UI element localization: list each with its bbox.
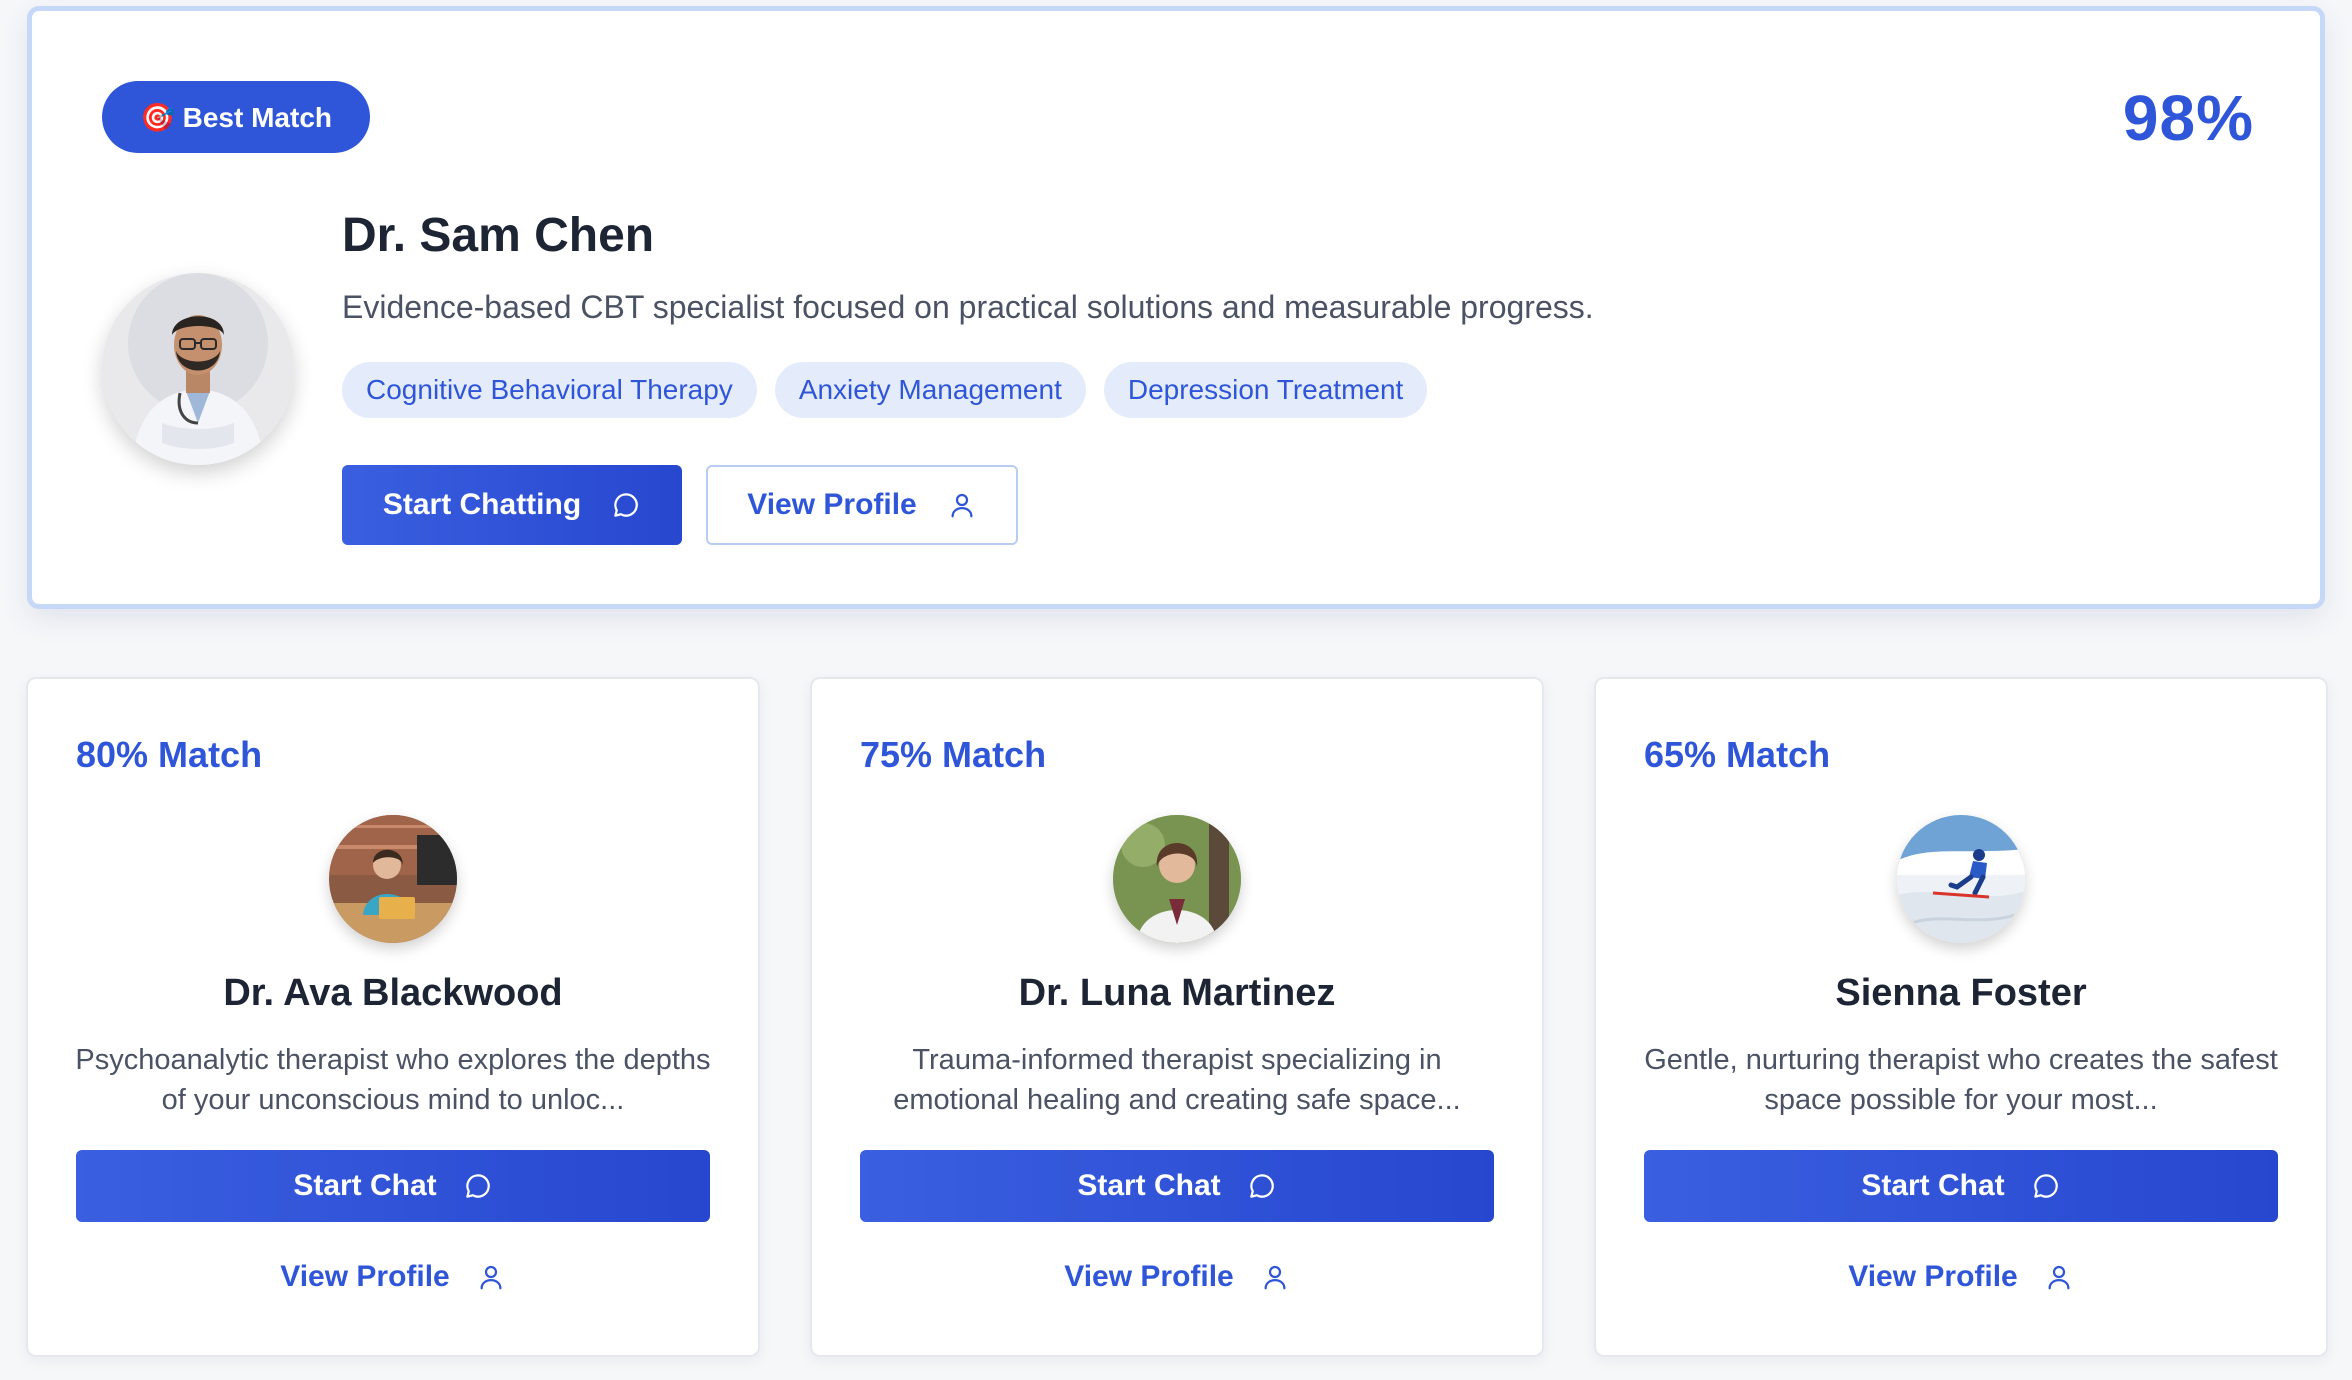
user-icon: [2048, 1265, 2070, 1290]
featured-actions: Start Chatting View Profile: [342, 465, 1018, 545]
therapist-name: Sienna Foster: [1835, 972, 2087, 1014]
start-chat-label: Start Chat: [1861, 1169, 2005, 1202]
therapist-avatar: [329, 815, 457, 943]
portrait-image: [1113, 815, 1241, 943]
view-profile-label: View Profile: [1064, 1260, 1234, 1293]
view-profile-link[interactable]: View Profile: [28, 1255, 758, 1299]
match-percent: 75% Match: [860, 734, 1047, 775]
best-match-badge: 🎯 Best Match: [102, 81, 370, 153]
therapist-avatar: [1113, 815, 1241, 943]
therapist-card: 75% Match Dr. Luna Martinez Trauma-infor…: [810, 677, 1544, 1357]
start-chat-button[interactable]: Start Chat: [1644, 1150, 2278, 1222]
therapist-description: Gentle, nurturing therapist who creates …: [1644, 1044, 2278, 1116]
chat-bubble-icon: [1249, 1174, 1274, 1198]
start-chat-label: Start Chat: [293, 1169, 437, 1202]
portrait-image: [102, 273, 294, 465]
specialty-tag: Anxiety Management: [774, 362, 1086, 418]
therapist-name: Dr. Luna Martinez: [1018, 972, 1336, 1014]
portrait-image: [329, 815, 457, 943]
match-percent: 65% Match: [1644, 734, 1831, 775]
user-icon: [480, 1265, 502, 1290]
therapist-description: Evidence-based CBT specialist focused on…: [342, 289, 1594, 325]
therapist-description: Trauma-informed therapist specializing i…: [893, 1044, 1461, 1116]
start-chat-label: Start Chat: [1077, 1169, 1221, 1202]
specialty-tag: Depression Treatment: [1103, 362, 1428, 418]
chat-bubble-icon: [2033, 1174, 2058, 1198]
therapist-avatar: [102, 273, 294, 465]
view-profile-link[interactable]: View Profile: [812, 1255, 1542, 1299]
match-percent: 80% Match: [76, 734, 263, 775]
therapist-card: 80% Match Dr. Ava Blackwood Psychoanalyt…: [26, 677, 760, 1357]
therapist-avatar: [1897, 815, 2025, 943]
start-chat-button[interactable]: Start Chat: [860, 1150, 1494, 1222]
portrait-image: [1897, 815, 2025, 943]
view-profile-label: View Profile: [1848, 1260, 2018, 1293]
best-match-percent: 98%: [2122, 82, 2254, 154]
user-icon: [951, 493, 973, 518]
therapist-name: Dr. Sam Chen: [342, 209, 655, 262]
start-chatting-label: Start Chatting: [382, 488, 582, 521]
view-profile-button[interactable]: View Profile: [706, 465, 1018, 545]
view-profile-link[interactable]: View Profile: [1596, 1255, 2326, 1299]
specialty-tag: Cognitive Behavioral Therapy: [342, 362, 757, 418]
specialty-tags: Cognitive Behavioral Therapy Anxiety Man…: [342, 362, 1428, 418]
chat-bubble-icon: [465, 1174, 490, 1198]
user-icon: [1264, 1265, 1286, 1290]
start-chatting-button[interactable]: Start Chatting: [342, 465, 682, 545]
best-match-badge-label: 🎯 Best Match: [139, 101, 332, 133]
chat-bubble-icon: [614, 493, 638, 517]
therapist-name: Dr. Ava Blackwood: [223, 972, 563, 1014]
therapist-description: Psychoanalytic therapist who explores th…: [75, 1044, 711, 1116]
best-match-card: 🎯 Best Match 98% Dr. Sam Chen Evidence-b…: [27, 6, 2325, 609]
start-chat-button[interactable]: Start Chat: [76, 1150, 710, 1222]
therapist-matches-page: 🎯 Best Match 98% Dr. Sam Chen Evidence-b…: [0, 0, 2352, 1380]
view-profile-label: View Profile: [747, 488, 917, 521]
view-profile-label: View Profile: [280, 1260, 450, 1293]
therapist-card: 65% Match Sienna Foster Gentle, nurturin…: [1594, 677, 2328, 1357]
